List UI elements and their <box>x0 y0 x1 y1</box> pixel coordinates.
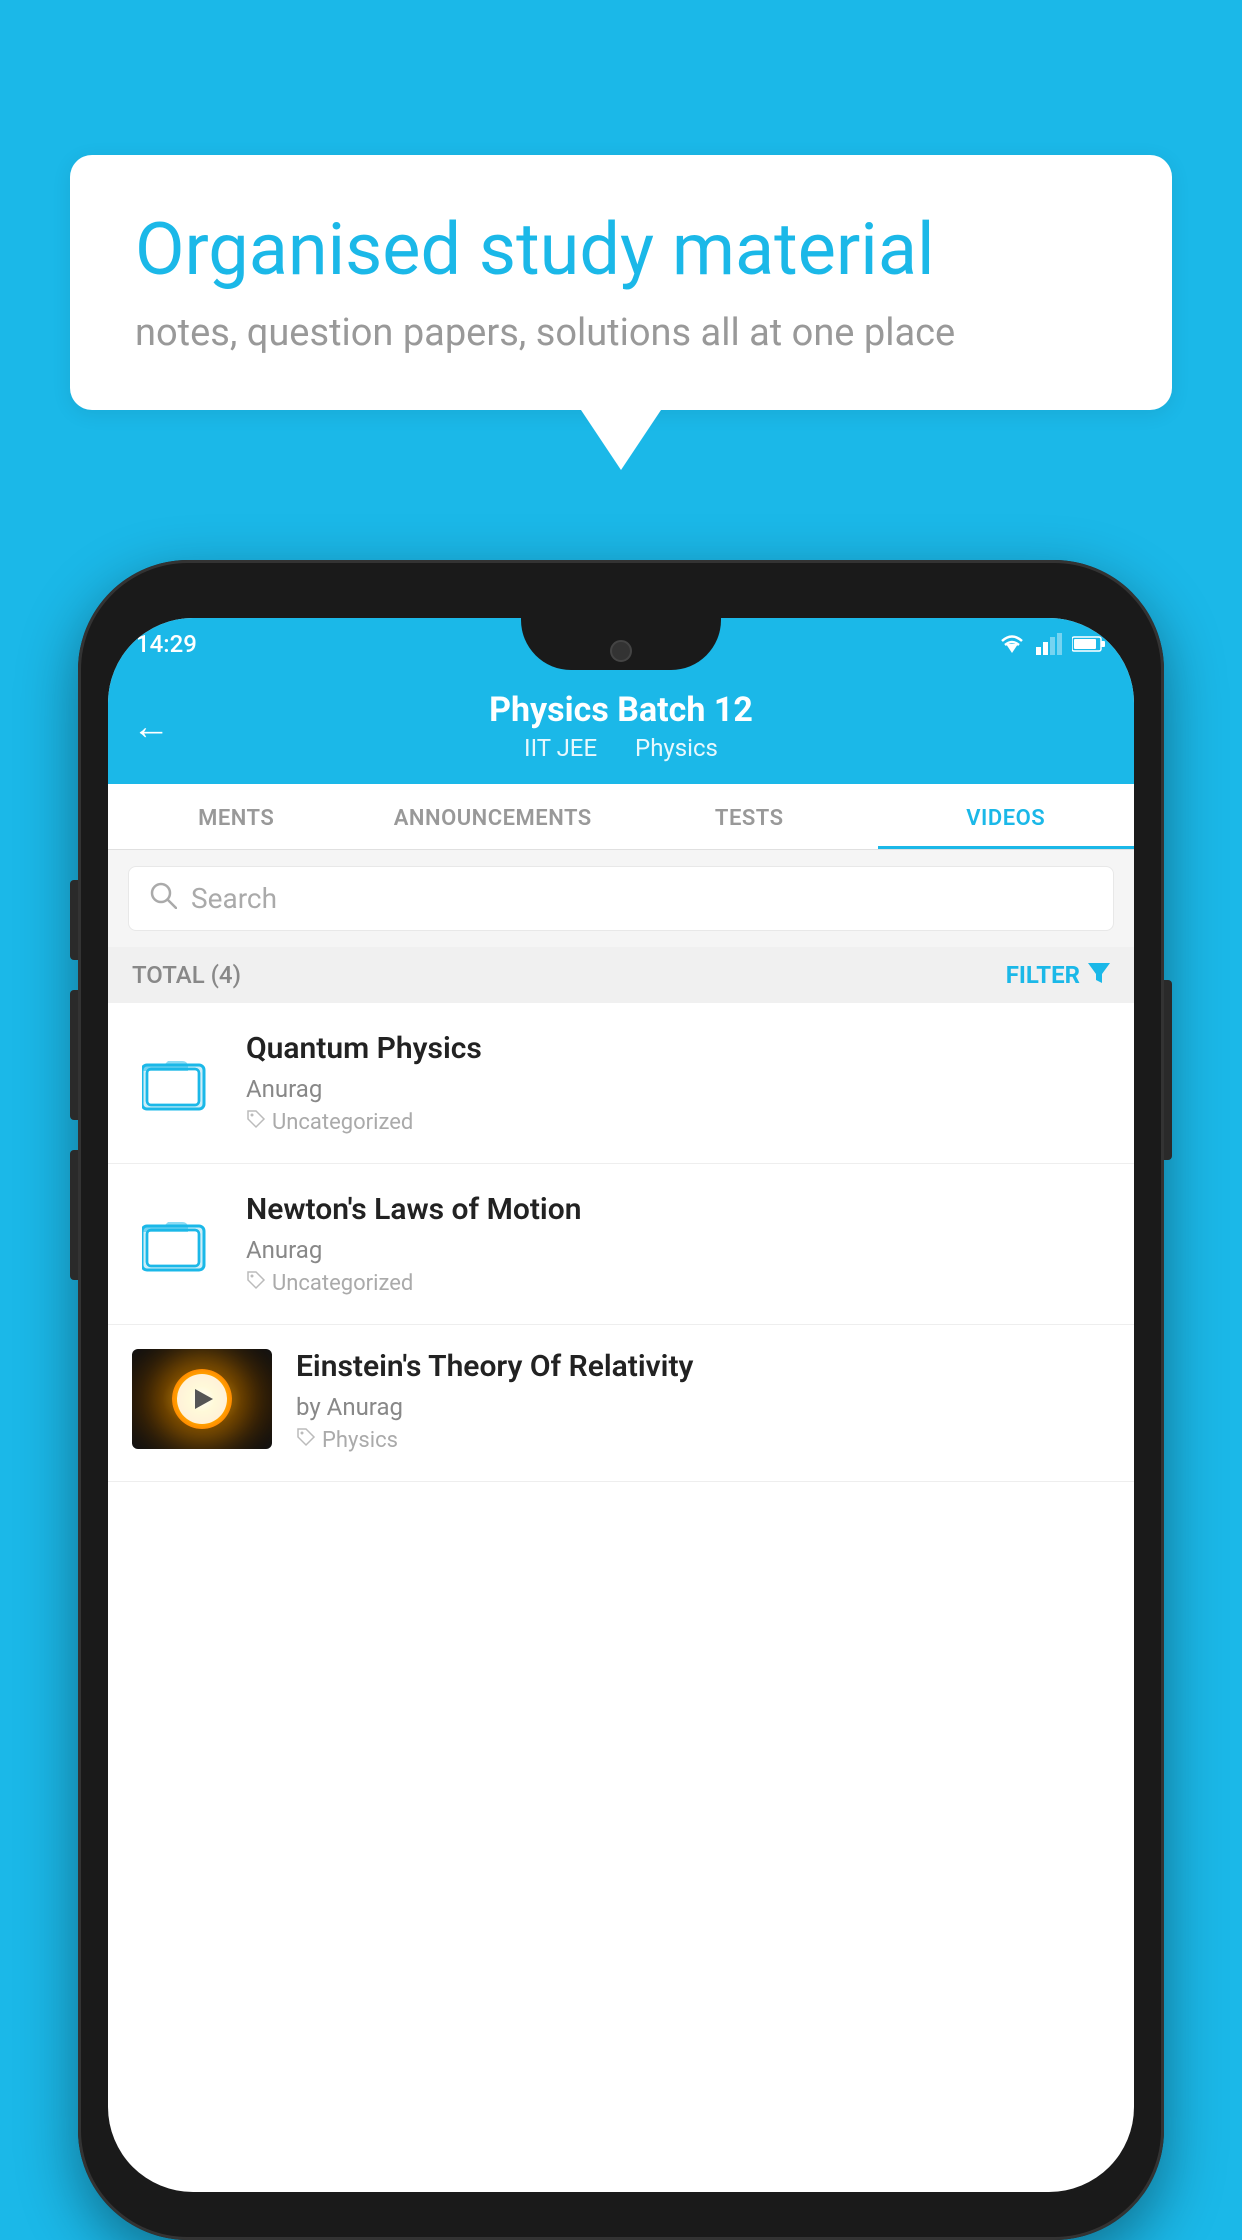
tab-announcements[interactable]: ANNOUNCEMENTS <box>365 784 622 849</box>
bubble-heading: Organised study material <box>135 210 1107 289</box>
speech-bubble-wrapper: Organised study material notes, question… <box>70 155 1172 470</box>
filter-bar: TOTAL (4) FILTER <box>108 947 1134 1003</box>
app-header: ← Physics Batch 12 IIT JEE Physics <box>108 670 1134 784</box>
back-button[interactable]: ← <box>132 705 170 749</box>
folder-icon <box>142 1209 212 1279</box>
video-info-3: Einstein's Theory Of Relativity by Anura… <box>296 1349 1110 1453</box>
tab-tests[interactable]: TESTS <box>621 784 878 849</box>
folder-icon <box>142 1048 212 1118</box>
header-title: Physics Batch 12 <box>136 690 1106 730</box>
phone-notch <box>521 618 721 670</box>
tag-icon-3 <box>296 1427 316 1453</box>
search-bar-wrapper: Search <box>108 850 1134 947</box>
speech-tail <box>581 410 661 470</box>
filter-label: FILTER <box>1006 961 1080 989</box>
wifi-icon <box>998 633 1026 655</box>
video-author-1: Anurag <box>246 1075 1110 1103</box>
video-thumbnail-3 <box>132 1349 272 1449</box>
video-title-3: Einstein's Theory Of Relativity <box>296 1349 1110 1385</box>
video-author-3: by Anurag <box>296 1393 1110 1421</box>
search-icon <box>149 881 177 916</box>
bubble-subtext: notes, question papers, solutions all at… <box>135 311 1107 355</box>
status-icons <box>998 633 1106 655</box>
filter-button[interactable]: FILTER <box>1006 961 1110 989</box>
play-button[interactable] <box>177 1374 227 1424</box>
header-subtitle-left: IIT JEE <box>524 734 597 762</box>
total-count: TOTAL (4) <box>132 961 241 989</box>
tab-ments[interactable]: MENTS <box>108 784 365 849</box>
video-tag-1: Uncategorized <box>246 1109 1110 1135</box>
video-info-2: Newton's Laws of Motion Anurag Uncategor… <box>246 1192 1110 1296</box>
video-thumb-space-2 <box>132 1209 222 1279</box>
video-author-2: Anurag <box>246 1236 1110 1264</box>
search-placeholder: Search <box>191 882 277 915</box>
play-triangle-icon <box>195 1389 213 1409</box>
list-item[interactable]: Newton's Laws of Motion Anurag Uncategor… <box>108 1164 1134 1325</box>
front-camera <box>610 640 632 662</box>
video-list: Quantum Physics Anurag Uncategorized <box>108 1003 1134 1482</box>
phone-volume-down-button <box>70 990 78 1120</box>
tabs-bar: MENTS ANNOUNCEMENTS TESTS VIDEOS <box>108 784 1134 850</box>
list-item[interactable]: Einstein's Theory Of Relativity by Anura… <box>108 1325 1134 1482</box>
phone-volume-up-button <box>70 880 78 960</box>
video-thumb-space-1 <box>132 1048 222 1118</box>
video-title-1: Quantum Physics <box>246 1031 1110 1067</box>
phone-power-button <box>1164 980 1172 1160</box>
signal-icon <box>1036 633 1062 655</box>
list-item[interactable]: Quantum Physics Anurag Uncategorized <box>108 1003 1134 1164</box>
battery-icon <box>1072 635 1106 653</box>
video-tag-2: Uncategorized <box>246 1270 1110 1296</box>
tag-icon-2 <box>246 1270 266 1296</box>
video-info-1: Quantum Physics Anurag Uncategorized <box>246 1031 1110 1135</box>
status-time: 14:29 <box>136 630 197 658</box>
phone-screen: 14:29 <box>108 618 1134 2192</box>
tab-videos[interactable]: VIDEOS <box>878 784 1135 849</box>
tag-icon-1 <box>246 1109 266 1135</box>
filter-funnel-icon <box>1088 961 1110 989</box>
phone-frame: 14:29 <box>78 560 1164 2240</box>
video-tag-3: Physics <box>296 1427 1110 1453</box>
speech-bubble: Organised study material notes, question… <box>70 155 1172 410</box>
search-bar[interactable]: Search <box>128 866 1114 931</box>
phone-silent-button <box>70 1150 78 1280</box>
header-subtitle: IIT JEE Physics <box>136 734 1106 762</box>
header-subtitle-right: Physics <box>635 734 718 762</box>
video-title-2: Newton's Laws of Motion <box>246 1192 1110 1228</box>
